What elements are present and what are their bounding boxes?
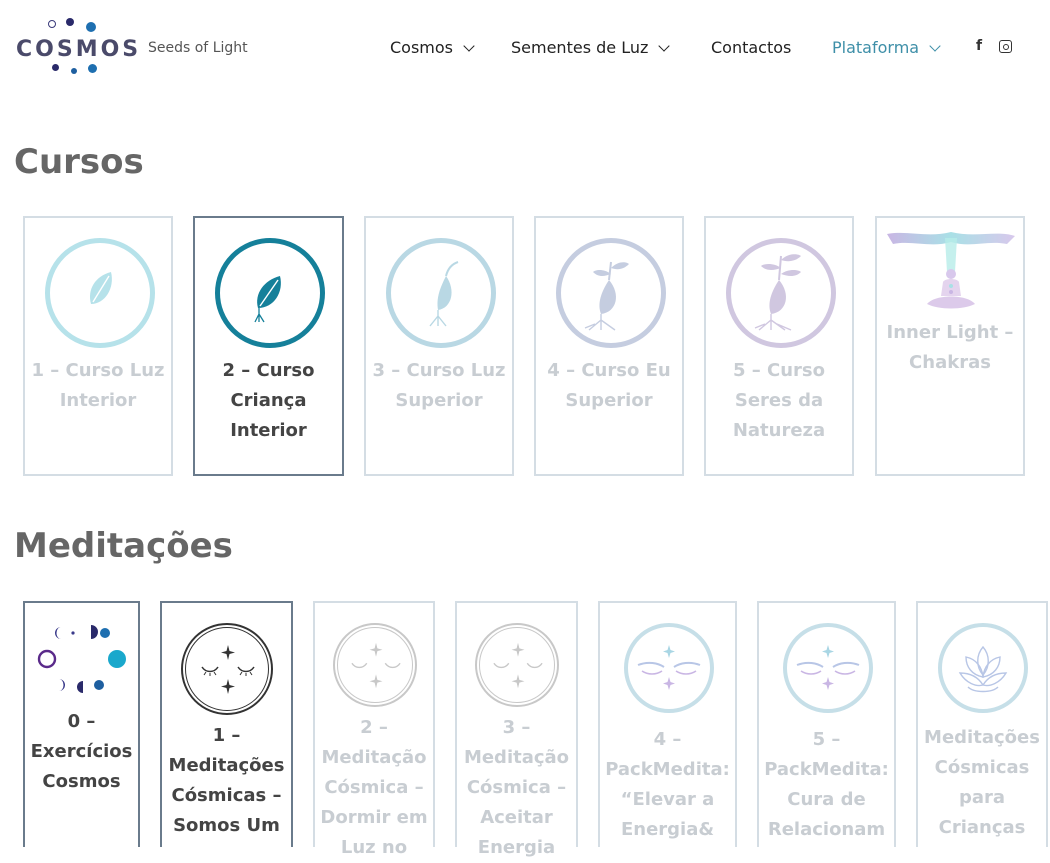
nav-contactos-label: Contactos bbox=[711, 38, 792, 57]
course-card[interactable]: 1 – Curso Luz Interior bbox=[23, 216, 173, 476]
logo-moon-dot bbox=[88, 64, 97, 73]
nav-sementes-label: Sementes de Luz bbox=[511, 38, 649, 57]
site-logo[interactable]: COSMOS bbox=[16, 16, 138, 82]
nav-cosmos[interactable]: Cosmos bbox=[390, 38, 475, 57]
sprout-leaves-icon bbox=[584, 261, 629, 331]
meditation-title: 0 – Exercícios Cosmos bbox=[30, 711, 133, 792]
nav-plataforma[interactable]: Plataforma bbox=[832, 38, 941, 57]
course-title: 1 – Curso Luz Interior bbox=[31, 360, 165, 411]
course-card[interactable]: 5 – Curso Seres da Natureza bbox=[704, 216, 854, 476]
chevron-down-icon bbox=[463, 39, 475, 52]
meditation-card[interactable]: 0 – Exercícios Cosmos bbox=[23, 601, 140, 847]
closed-eyes-stars-icon bbox=[201, 645, 255, 694]
meditation-figure-icon bbox=[887, 232, 1015, 309]
meditation-card[interactable]: Meditações Cósmicas para Crianças bbox=[916, 601, 1048, 847]
seed-icon bbox=[89, 272, 112, 304]
meditation-title: 3 – Meditação Cósmica – Aceitar Energia bbox=[463, 717, 570, 858]
logo-moon-dot bbox=[52, 64, 59, 71]
facebook-icon[interactable]: f bbox=[976, 38, 982, 54]
course-title: Inner Light – Chakras bbox=[886, 322, 1014, 373]
seed-roots-icon bbox=[254, 276, 281, 323]
instagram-icon[interactable] bbox=[999, 40, 1012, 53]
course-card[interactable]: 4 – Curso Eu Superior bbox=[534, 216, 684, 476]
plant-icon bbox=[754, 254, 801, 331]
meditation-card[interactable]: 2 – Meditação Cósmica – Dormir em Luz no bbox=[313, 601, 435, 858]
moon-phases-icon bbox=[37, 625, 126, 693]
chevron-down-icon bbox=[929, 39, 941, 52]
logo-moon-dot bbox=[66, 18, 74, 26]
closed-eyes-stars-icon bbox=[493, 642, 543, 689]
nav-cosmos-label: Cosmos bbox=[390, 38, 454, 57]
eyes-gradient-icon bbox=[796, 645, 860, 690]
logo-moon-dot bbox=[86, 22, 96, 32]
nav-contactos[interactable]: Contactos bbox=[711, 38, 791, 57]
meditation-title: Meditações Cósmicas para Crianças bbox=[924, 727, 1040, 838]
closed-eyes-stars-icon bbox=[351, 642, 401, 689]
meditation-title: 4 – PackMedita: “Elevar a Energia& bbox=[605, 729, 730, 840]
course-card[interactable]: Inner Light – Chakras bbox=[875, 216, 1025, 476]
meditation-title: 2 – Meditação Cósmica – Dormir em Luz no bbox=[320, 717, 428, 858]
logo-moon-dot bbox=[48, 20, 56, 28]
chevron-down-icon bbox=[658, 39, 671, 52]
meditation-card[interactable]: 1 – Meditações Cósmicas – Somos Um bbox=[160, 601, 293, 847]
course-title: 3 – Curso Luz Superior bbox=[372, 360, 506, 411]
meditation-title: 5 – PackMedita: Cura de Relacionam bbox=[764, 729, 889, 840]
course-title: 4 – Curso Eu Superior bbox=[547, 360, 671, 411]
meditation-title: 1 – Meditações Cósmicas – Somos Um bbox=[168, 725, 285, 836]
course-title: 2 – Curso Criança Interior bbox=[222, 360, 315, 441]
course-title: 5 – Curso Seres da Natureza bbox=[732, 360, 826, 441]
course-card[interactable]: 3 – Curso Luz Superior bbox=[364, 216, 514, 476]
course-card[interactable]: 2 – Curso Criança Interior bbox=[193, 216, 344, 476]
lotus-icon bbox=[958, 645, 1008, 693]
meditation-card[interactable]: 5 – PackMedita: Cura de Relacionam bbox=[757, 601, 896, 847]
logo-moon-dot bbox=[71, 68, 77, 74]
site-tagline: Seeds of Light bbox=[148, 40, 248, 56]
nav-plataforma-label: Plataforma bbox=[832, 38, 920, 57]
nav-sementes-de-luz[interactable]: Sementes de Luz bbox=[511, 38, 671, 57]
logo-text: COSMOS bbox=[16, 37, 142, 62]
courses-heading: Cursos bbox=[14, 142, 144, 182]
meditation-card[interactable]: 3 – Meditação Cósmica – Aceitar Energia bbox=[455, 601, 578, 858]
meditation-card[interactable]: 4 – PackMedita: “Elevar a Energia& bbox=[598, 601, 737, 847]
sprout-icon bbox=[429, 261, 459, 327]
eyes-gradient-icon bbox=[637, 645, 701, 690]
meditations-heading: Meditações bbox=[14, 526, 233, 566]
